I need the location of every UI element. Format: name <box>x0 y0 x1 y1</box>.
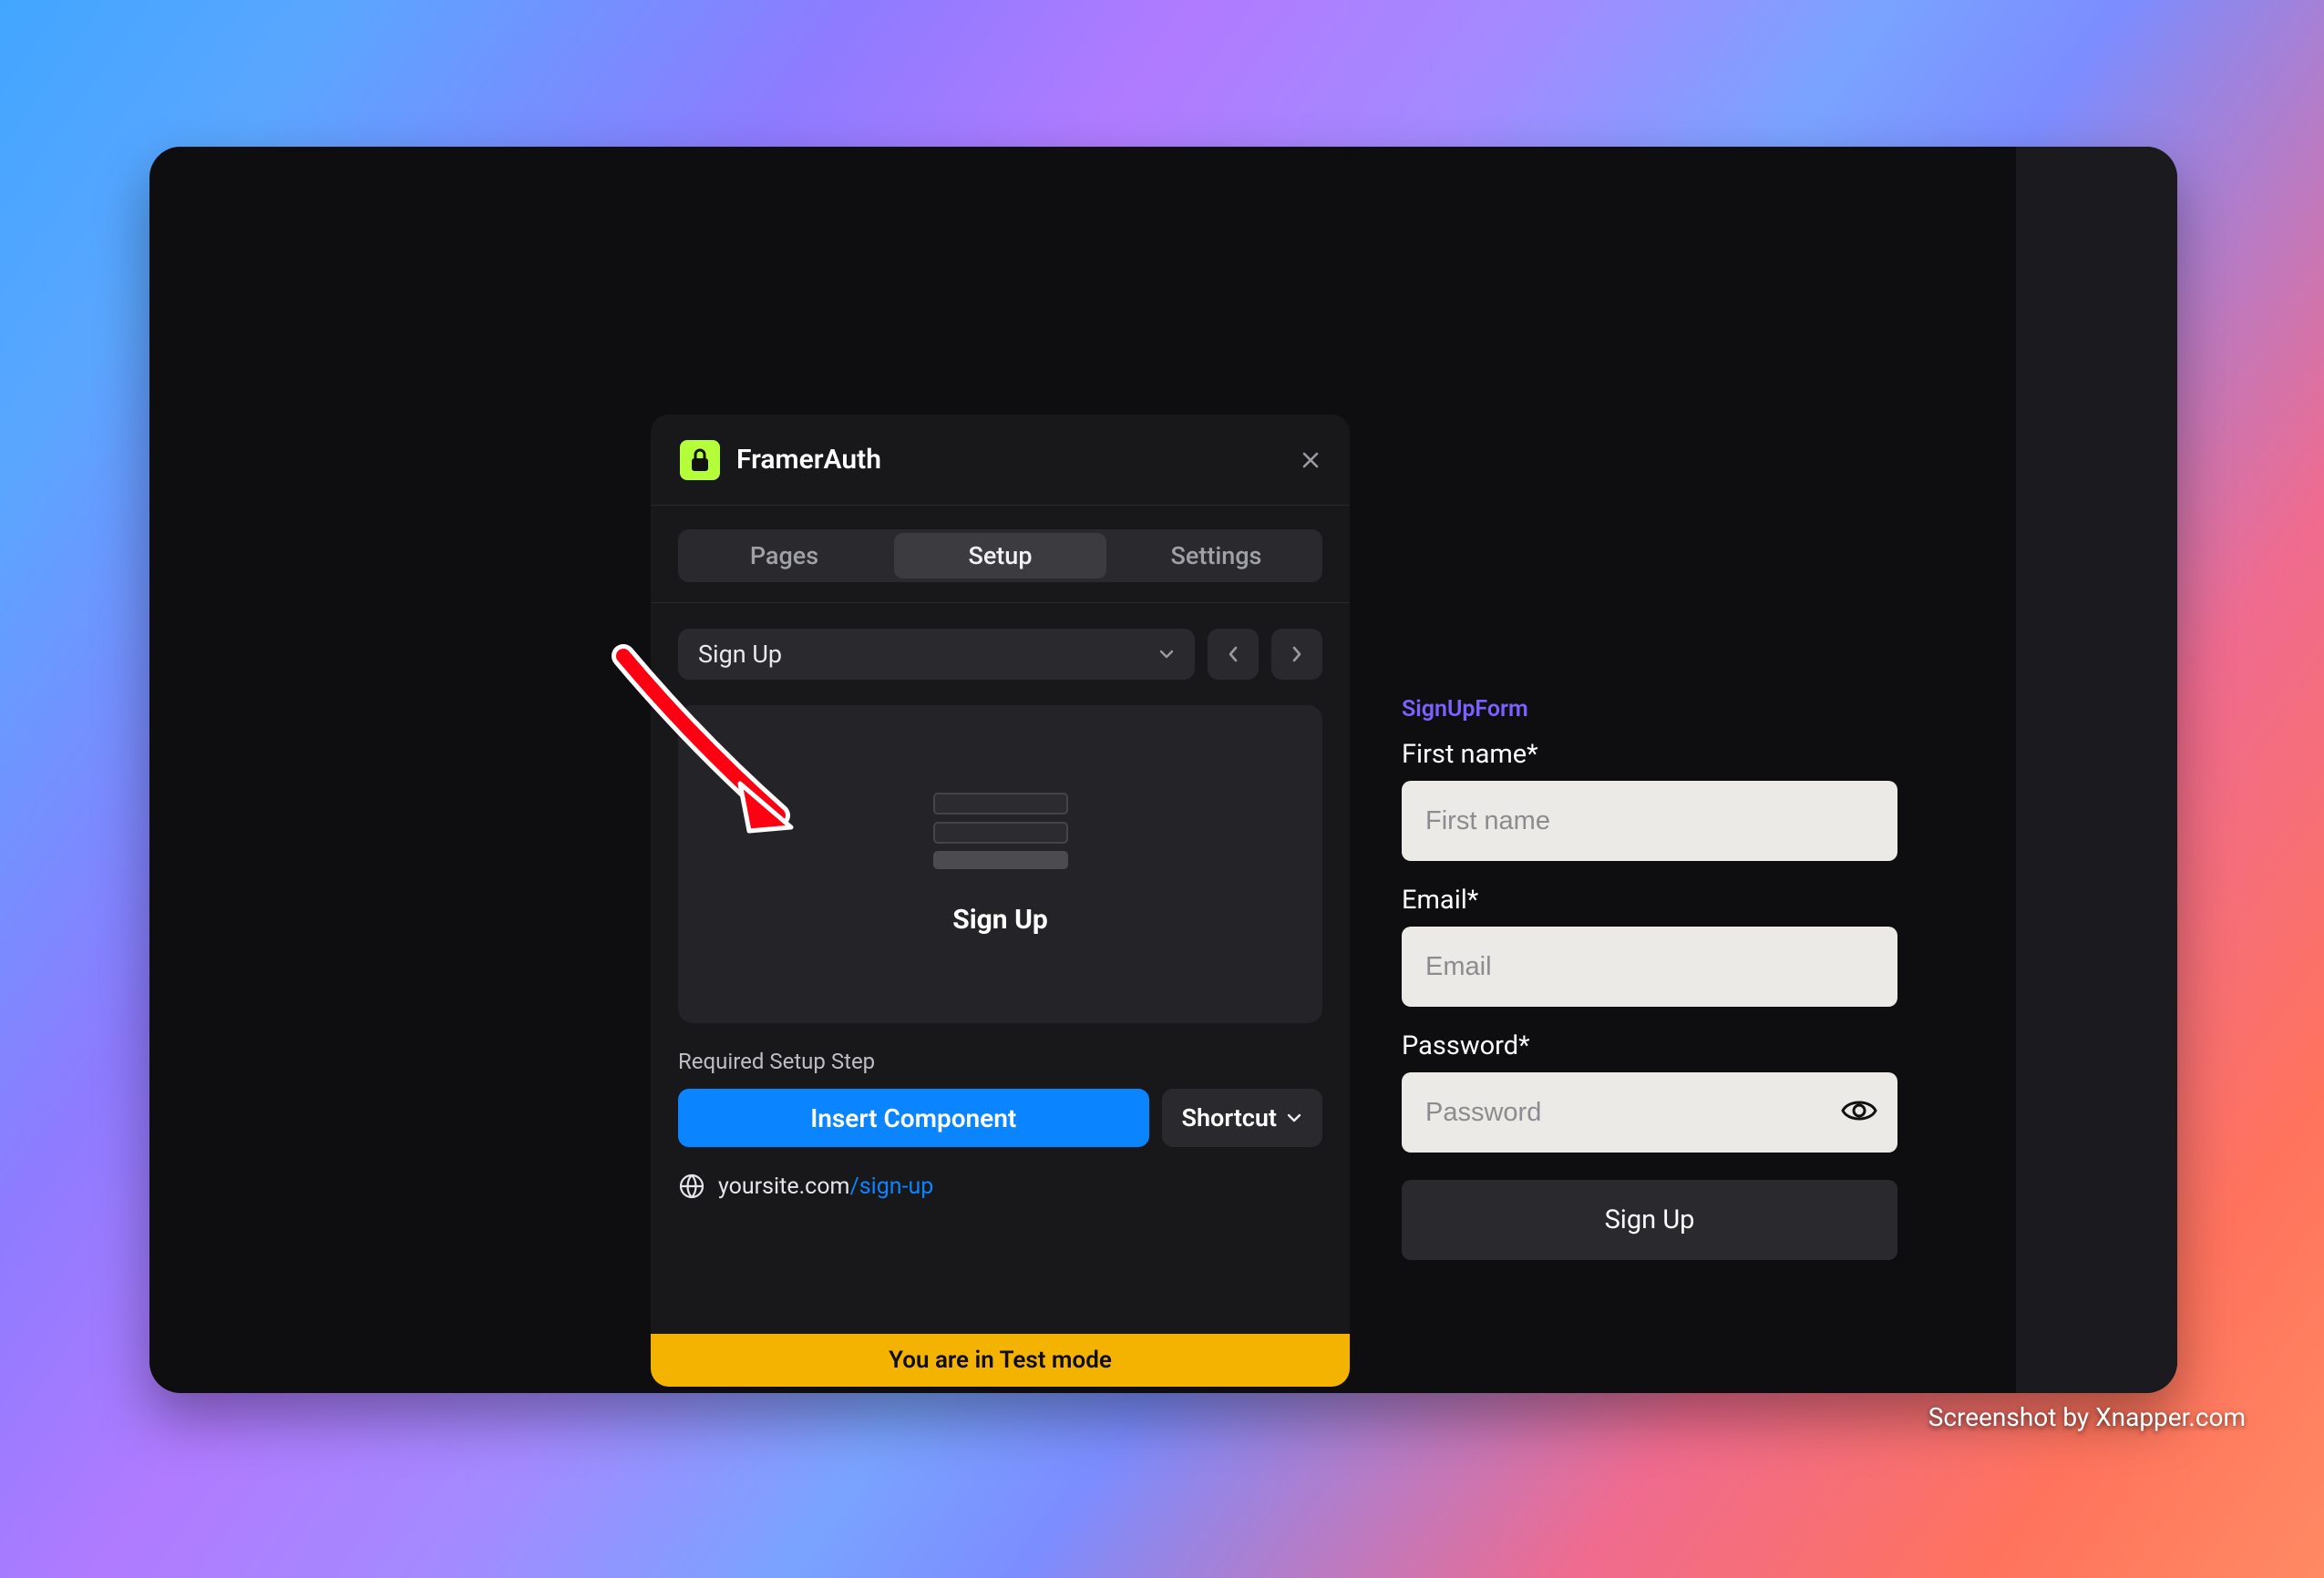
tab-settings[interactable]: Settings <box>1110 529 1322 582</box>
select-value: Sign Up <box>698 640 782 669</box>
framerauth-logo <box>680 440 720 480</box>
chevron-right-icon <box>1290 645 1304 663</box>
shortcut-label: Shortcut <box>1182 1103 1278 1132</box>
toggle-password-visibility[interactable] <box>1841 1096 1877 1129</box>
test-mode-banner: You are in Test mode <box>651 1334 1350 1387</box>
tabs-row: Pages Setup Settings <box>651 506 1350 603</box>
close-icon <box>1301 450 1321 470</box>
form-preview-icon <box>933 793 1068 869</box>
first-name-input[interactable] <box>1402 781 1897 861</box>
screenshot-credit: Screenshot by Xnapper.com <box>1928 1402 2246 1432</box>
email-input[interactable] <box>1402 927 1897 1007</box>
app-window: FramerAuth Pages Setup Settings Sign Up <box>149 147 2177 1393</box>
url-base: yoursite.com <box>718 1173 849 1200</box>
tab-setup[interactable]: Setup <box>894 533 1106 579</box>
component-name-badge: SignUpForm <box>1402 696 1897 722</box>
preview-card: Sign Up <box>678 705 1322 1023</box>
preview-title: Sign Up <box>952 904 1047 936</box>
framerauth-panel: FramerAuth Pages Setup Settings Sign Up <box>651 415 1350 1387</box>
first-name-label: First name* <box>1402 739 1897 770</box>
signup-form-component: SignUpForm First name* Email* Password* … <box>1402 696 1897 1260</box>
chevron-left-icon <box>1226 645 1240 663</box>
required-step-label: Required Setup Step <box>678 1049 1322 1074</box>
password-input[interactable] <box>1402 1072 1897 1153</box>
globe-icon <box>678 1173 705 1200</box>
url-slug[interactable]: /sign-up <box>849 1173 933 1200</box>
lock-icon <box>689 447 711 473</box>
password-label: Password* <box>1402 1030 1897 1061</box>
actions-row: Insert Component Shortcut <box>678 1089 1322 1147</box>
eye-icon <box>1841 1096 1877 1125</box>
chevron-down-icon <box>1286 1110 1302 1126</box>
panel-body: Sign Up <box>651 603 1350 1387</box>
tab-pages[interactable]: Pages <box>678 529 890 582</box>
prev-button[interactable] <box>1208 629 1259 680</box>
shortcut-button[interactable]: Shortcut <box>1162 1089 1323 1147</box>
signup-submit-button[interactable]: Sign Up <box>1402 1180 1897 1260</box>
canvas-inspector-strip <box>2016 147 2177 1393</box>
component-select[interactable]: Sign Up <box>678 629 1195 680</box>
panel-title: FramerAuth <box>736 444 881 476</box>
select-row: Sign Up <box>678 629 1322 680</box>
close-button[interactable] <box>1301 446 1321 475</box>
chevron-down-icon <box>1158 646 1175 662</box>
panel-header: FramerAuth <box>651 415 1350 506</box>
insert-component-button[interactable]: Insert Component <box>678 1089 1149 1147</box>
tabs: Pages Setup Settings <box>678 529 1322 582</box>
url-row: yoursite.com/sign-up <box>678 1173 1322 1200</box>
next-button[interactable] <box>1271 629 1322 680</box>
email-label: Email* <box>1402 885 1897 916</box>
